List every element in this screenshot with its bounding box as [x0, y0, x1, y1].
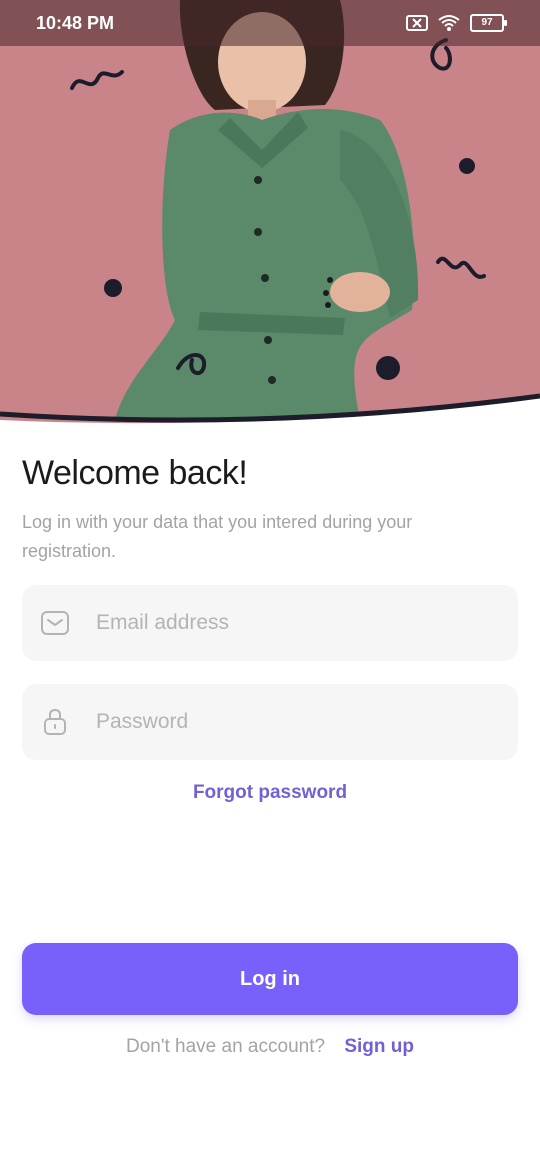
lock-icon: [40, 707, 70, 737]
signup-row: Don't have an account? Sign up: [0, 1036, 540, 1058]
welcome-title: Welcome back!: [22, 454, 248, 492]
status-icons: 97: [406, 14, 507, 32]
welcome-subtitle: Log in with your data that you intered d…: [22, 512, 413, 561]
battery-level: 97: [481, 17, 493, 28]
forgot-password-link[interactable]: Forgot password: [0, 782, 540, 804]
password-input[interactable]: [94, 709, 478, 735]
hero-image: [0, 0, 540, 432]
sim-off-icon: [406, 15, 428, 31]
email-field[interactable]: [22, 585, 518, 661]
login-button[interactable]: Log in: [22, 943, 518, 1015]
password-field[interactable]: [22, 684, 518, 760]
battery-icon: 97: [470, 14, 507, 32]
signup-link[interactable]: Sign up: [344, 1036, 414, 1057]
status-bar: 10:48 PM 97: [0, 0, 540, 46]
status-time: 10:48 PM: [36, 12, 115, 33]
wifi-icon: [438, 15, 460, 31]
mail-icon: [40, 608, 70, 638]
email-input[interactable]: [94, 610, 478, 636]
signup-question: Don't have an account?: [126, 1036, 326, 1057]
hero-illustration: [0, 0, 540, 432]
